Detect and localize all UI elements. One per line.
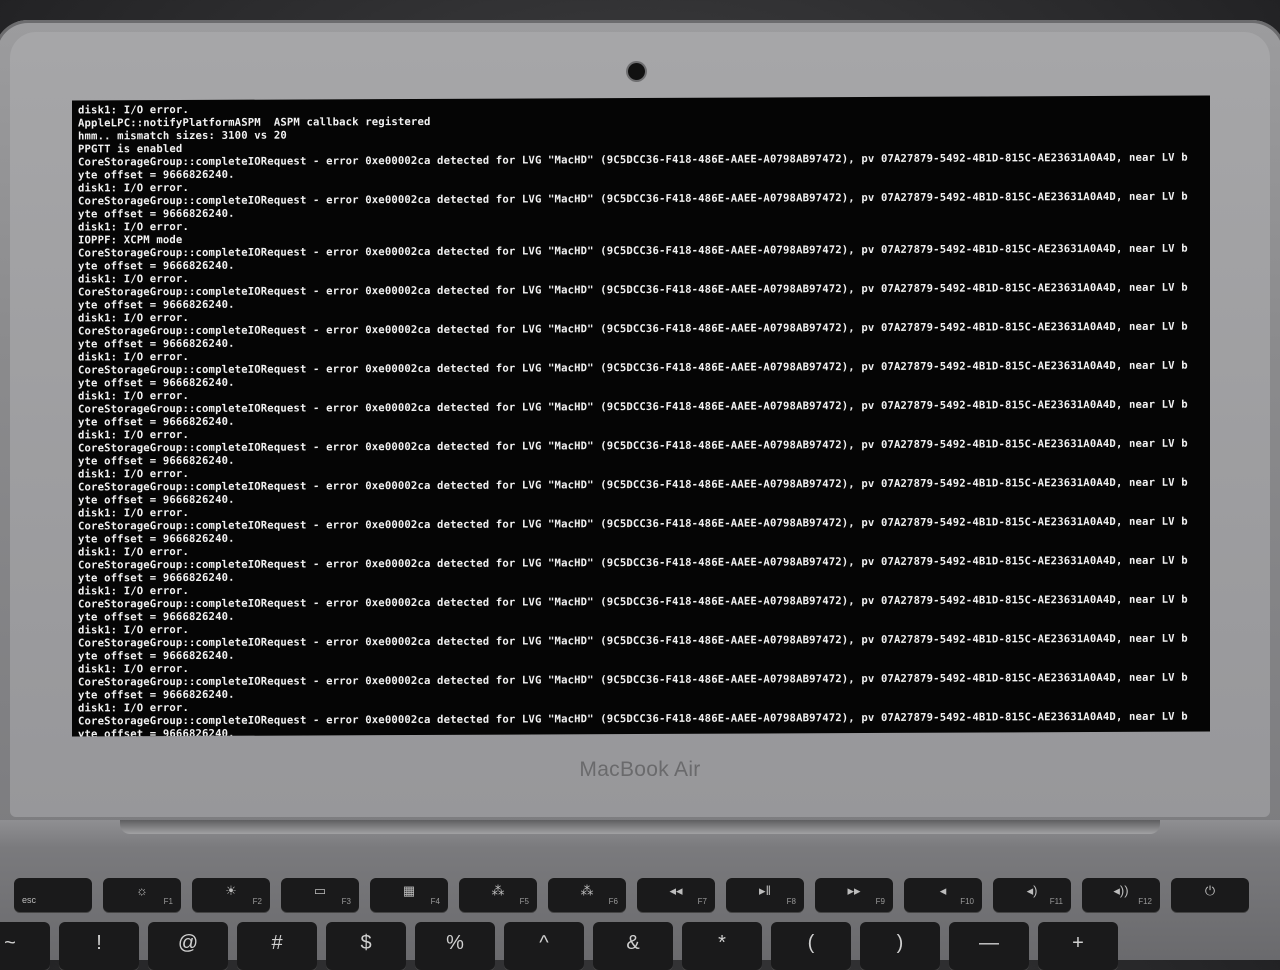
number-row-key[interactable]: ( — [771, 922, 851, 970]
key-symbol: ~ — [4, 932, 16, 954]
number-row-key[interactable]: & — [593, 922, 673, 970]
number-row-key[interactable]: @ — [148, 922, 228, 970]
key-symbol: — — [979, 932, 999, 954]
key-symbol: # — [271, 932, 283, 954]
number-row-key[interactable]: * — [682, 922, 762, 970]
key-fn-label: F8 — [786, 897, 796, 906]
key-glyph-icon: ⏻ — [1204, 883, 1216, 898]
console-output: disk1: I/O error. AppleLPC::notifyPlatfor… — [78, 100, 1204, 737]
key-symbol: ! — [96, 932, 102, 954]
f2-key[interactable]: ☀ F2 — [192, 878, 270, 912]
number-row-key[interactable]: # — [237, 922, 317, 970]
key-fn-label: F2 — [252, 897, 262, 906]
hinge — [120, 820, 1160, 834]
number-row-key[interactable]: ^ — [504, 922, 584, 970]
number-row-key[interactable]: ) — [860, 922, 940, 970]
number-row-key[interactable]: + — [1038, 922, 1118, 970]
key-symbol: % — [446, 932, 464, 954]
f5-key[interactable]: ⁂ F5 — [459, 878, 537, 912]
key-label: esc — [22, 895, 37, 905]
key-symbol: ) — [896, 932, 904, 954]
f8-key[interactable]: ▸ǁ F8 — [726, 878, 804, 912]
f7-key[interactable]: ◂◂ F7 — [637, 878, 715, 912]
f4-key[interactable]: ▦ F4 — [370, 878, 448, 912]
esc-key[interactable]: esc — [14, 878, 92, 912]
key-fn-label: F1 — [163, 897, 173, 906]
f1-key[interactable]: ☼ F1 — [103, 878, 181, 912]
key-fn-label: F12 — [1138, 897, 1152, 906]
key-fn-label: F5 — [519, 897, 529, 906]
key-fn-label: F9 — [875, 897, 885, 906]
f10-key[interactable]: ◂ F10 — [904, 878, 982, 912]
key-fn-label: F10 — [960, 897, 974, 906]
key-glyph-icon: ☼ — [136, 883, 148, 898]
key-symbol: ^ — [539, 932, 549, 954]
f12-key[interactable]: ◂)) F12 — [1082, 878, 1160, 912]
number-row-key[interactable]: $ — [326, 922, 406, 970]
key-fn-label: F11 — [1049, 897, 1063, 906]
f6-key[interactable]: ⁂ F6 — [548, 878, 626, 912]
key-symbol: $ — [360, 932, 372, 954]
key-fn-label: F4 — [430, 897, 440, 906]
key-fn-label: F3 — [341, 897, 351, 906]
key-symbol: * — [718, 932, 726, 954]
camera-icon — [628, 63, 645, 80]
display-screen: disk1: I/O error. AppleLPC::notifyPlatfor… — [72, 95, 1210, 737]
key-symbol: ( — [807, 932, 815, 954]
brand-label: MacBook Air — [579, 758, 701, 781]
f11-key[interactable]: ◂) F11 — [993, 878, 1071, 912]
number-row-key[interactable]: — — [949, 922, 1029, 970]
power-key[interactable]: ⏻ — [1171, 878, 1249, 912]
key-fn-label: F6 — [608, 897, 618, 906]
key-symbol: + — [1072, 932, 1084, 954]
f9-key[interactable]: ▸▸ F9 — [815, 878, 893, 912]
number-row-key[interactable]: % — [415, 922, 495, 970]
f3-key[interactable]: ▭ F3 — [281, 878, 359, 912]
number-row-key[interactable]: ! — [59, 922, 139, 970]
number-row-key[interactable]: ~ — [0, 922, 50, 970]
key-symbol: & — [626, 932, 640, 954]
key-symbol: @ — [177, 932, 199, 954]
key-fn-label: F7 — [697, 897, 707, 906]
